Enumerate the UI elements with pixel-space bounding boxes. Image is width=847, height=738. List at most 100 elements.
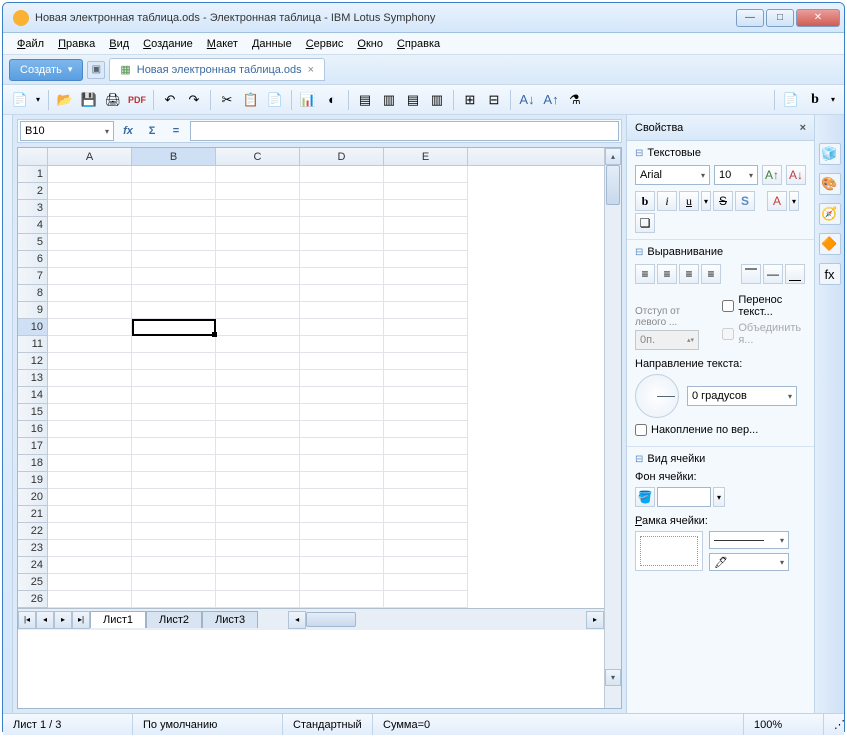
font-name-combo[interactable]: Arial: [635, 165, 710, 185]
cell[interactable]: [48, 183, 132, 200]
vscroll-down[interactable]: ▾: [605, 669, 621, 686]
cell[interactable]: [132, 234, 216, 251]
cell[interactable]: [384, 591, 468, 608]
filter-icon[interactable]: ⚗: [564, 89, 586, 111]
vscroll-thumb[interactable]: [606, 165, 620, 205]
cell[interactable]: [132, 557, 216, 574]
function-wizard-icon[interactable]: fx: [118, 121, 138, 141]
cell[interactable]: [132, 506, 216, 523]
print-icon[interactable]: 🖨: [102, 89, 124, 111]
sort-desc-icon[interactable]: A↑: [540, 89, 562, 111]
cell[interactable]: [48, 285, 132, 302]
sheet-nav-first[interactable]: |◂: [18, 611, 36, 629]
merge-icon[interactable]: ⊞: [459, 89, 481, 111]
cell[interactable]: [216, 285, 300, 302]
cell[interactable]: [216, 217, 300, 234]
cell[interactable]: [132, 574, 216, 591]
underline-dropdown[interactable]: ▾: [701, 191, 711, 211]
cell[interactable]: [48, 319, 132, 336]
cell[interactable]: [48, 336, 132, 353]
menu-правка[interactable]: Правка: [52, 36, 101, 52]
cell[interactable]: [384, 234, 468, 251]
row-header[interactable]: 3: [18, 200, 47, 217]
row-header[interactable]: 19: [18, 472, 47, 489]
row-header[interactable]: 21: [18, 506, 47, 523]
cell[interactable]: [132, 421, 216, 438]
doc-icon[interactable]: 📄: [780, 89, 802, 111]
cell[interactable]: [132, 302, 216, 319]
cell[interactable]: [300, 455, 384, 472]
cell[interactable]: [216, 557, 300, 574]
row-header[interactable]: 13: [18, 370, 47, 387]
cell[interactable]: [48, 404, 132, 421]
cell[interactable]: [48, 234, 132, 251]
cell[interactable]: [384, 302, 468, 319]
cell[interactable]: [300, 353, 384, 370]
cell[interactable]: [384, 285, 468, 302]
cell-view-section-header[interactable]: Вид ячейки: [635, 453, 806, 465]
underline-button[interactable]: u: [679, 191, 699, 211]
menu-файл[interactable]: Файл: [11, 36, 50, 52]
cell[interactable]: [384, 387, 468, 404]
cell[interactable]: [384, 370, 468, 387]
pie-icon[interactable]: ◐: [321, 89, 343, 111]
document-tab-close[interactable]: ×: [308, 64, 314, 76]
cell[interactable]: [384, 166, 468, 183]
menu-сервис[interactable]: Сервис: [300, 36, 350, 52]
cell[interactable]: [132, 251, 216, 268]
cell[interactable]: [48, 472, 132, 489]
open-icon[interactable]: 📂: [54, 89, 76, 111]
cell[interactable]: [300, 234, 384, 251]
cell[interactable]: [300, 370, 384, 387]
vscroll-up[interactable]: ▴: [605, 148, 621, 165]
hscroll-thumb[interactable]: [306, 612, 356, 627]
cell[interactable]: [300, 404, 384, 421]
cell-reference-box[interactable]: B10: [20, 121, 114, 141]
cell[interactable]: [300, 591, 384, 608]
cell[interactable]: [384, 183, 468, 200]
cell[interactable]: [48, 455, 132, 472]
bg-color-preview[interactable]: [657, 487, 711, 507]
align-section-header[interactable]: Выравнивание: [635, 246, 806, 258]
valign-middle-icon[interactable]: —: [763, 264, 783, 284]
cell[interactable]: [216, 506, 300, 523]
sheet-tab[interactable]: Лист1: [90, 611, 146, 628]
sheet-nav-last[interactable]: ▸|: [72, 611, 90, 629]
insert-col-icon[interactable]: ▥: [378, 89, 400, 111]
cell[interactable]: [300, 217, 384, 234]
shadow-button[interactable]: S: [735, 191, 755, 211]
cell[interactable]: [216, 268, 300, 285]
cell[interactable]: [384, 251, 468, 268]
cell[interactable]: [216, 336, 300, 353]
stack-checkbox[interactable]: [635, 424, 647, 436]
cell[interactable]: [300, 506, 384, 523]
indent-spinner[interactable]: 0п.: [635, 330, 699, 350]
menu-макет[interactable]: Макет: [201, 36, 244, 52]
resize-grip-icon[interactable]: ⋰: [824, 714, 844, 735]
cell[interactable]: [300, 183, 384, 200]
text-section-header[interactable]: Текстовые: [635, 147, 806, 159]
cell[interactable]: [48, 438, 132, 455]
cell[interactable]: [384, 557, 468, 574]
cell[interactable]: [48, 387, 132, 404]
column-header[interactable]: B: [132, 148, 216, 165]
text-angle-dial[interactable]: [635, 374, 679, 418]
bold-icon[interactable]: b: [804, 89, 826, 111]
dropdown-icon[interactable]: ▾: [828, 89, 838, 111]
cell[interactable]: [216, 319, 300, 336]
cell[interactable]: [300, 523, 384, 540]
cell[interactable]: [132, 166, 216, 183]
cell[interactable]: [300, 251, 384, 268]
status-zoom[interactable]: 100%: [744, 714, 824, 735]
row-header[interactable]: 7: [18, 268, 47, 285]
cell[interactable]: [216, 387, 300, 404]
cell[interactable]: [384, 489, 468, 506]
styles-tab-icon[interactable]: 🔶: [819, 233, 841, 255]
insert-row-icon[interactable]: ▤: [354, 89, 376, 111]
properties-tab-icon[interactable]: 🧊: [819, 143, 841, 165]
cell[interactable]: [216, 251, 300, 268]
cut-icon[interactable]: ✂: [216, 89, 238, 111]
cell[interactable]: [48, 540, 132, 557]
sheet-tab[interactable]: Лист3: [202, 611, 258, 628]
cell[interactable]: [300, 319, 384, 336]
